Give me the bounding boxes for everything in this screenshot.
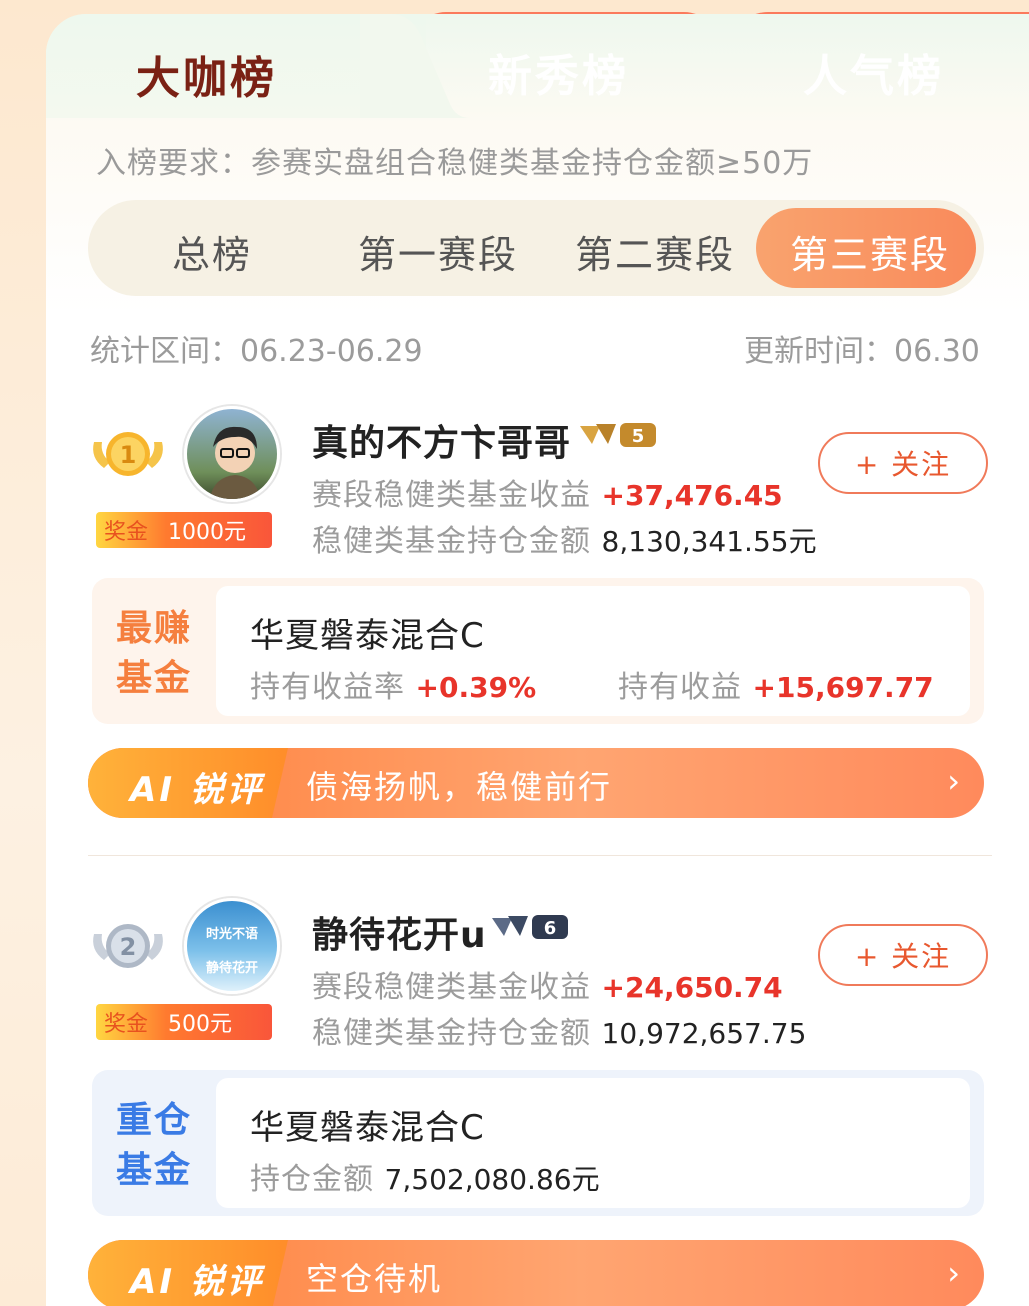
prize-value: 1000元 <box>168 520 246 545</box>
chevron-right-icon: › <box>947 762 960 800</box>
entry-divider <box>88 855 992 856</box>
fund-profit-row: 持有收益 +15,697.77 <box>618 662 934 706</box>
fund-name[interactable]: 华夏磐泰混合C <box>250 608 485 657</box>
follow-button[interactable]: + 关注 <box>818 432 988 494</box>
holding-row: 稳健类基金持仓金额 10,972,657.75 <box>312 1008 806 1052</box>
holding-row: 稳健类基金持仓金额 8,130,341.55元 <box>312 516 817 560</box>
user-name[interactable]: 真的不方卞哥哥 <box>312 414 571 466</box>
fund-profit-label: 持有收益 <box>618 670 742 705</box>
entry-requirement: 入榜要求：参赛实盘组合稳健类基金持仓金额≥50万 <box>96 146 814 181</box>
ai-review-text: 债海扬帆，稳健前行 <box>306 768 613 806</box>
segment-stage-3[interactable]: 第三赛段 <box>790 224 950 279</box>
ai-review-label: AI 锐评 <box>130 1262 264 1302</box>
ai-review-label: AI 锐评 <box>130 770 264 810</box>
chevron-right-icon: › <box>947 1254 960 1292</box>
silver-medal-icon: 2 <box>93 924 163 968</box>
follow-button[interactable]: + 关注 <box>818 924 988 986</box>
fund-amount-row: 持仓金额 7,502,080.86元 <box>250 1154 600 1198</box>
stage-gain-label: 赛段稳健类基金收益 <box>312 478 591 513</box>
ai-review-bar[interactable]: AI 锐评 债海扬帆，稳健前行 › <box>88 748 984 818</box>
fund-tag-line-2: 基金 <box>116 1150 193 1191</box>
fund-name[interactable]: 华夏磐泰混合C <box>250 1100 485 1149</box>
ai-review-bar[interactable]: AI 锐评 空仓待机 › <box>88 1240 984 1306</box>
fund-rate-label: 持有收益率 <box>250 670 405 705</box>
holding-label: 稳健类基金持仓金额 <box>312 524 591 559</box>
fund-rate-row: 持有收益率 +0.39% <box>250 662 536 706</box>
segment-stage-2[interactable]: 第二赛段 <box>575 224 735 279</box>
stage-gain-label: 赛段稳健类基金收益 <box>312 970 591 1005</box>
holding-label: 稳健类基金持仓金额 <box>312 1016 591 1051</box>
holding-value: 8,130,341.55元 <box>601 525 817 558</box>
stat-updated: 更新时间：06.30 <box>744 334 980 369</box>
user-name[interactable]: 静待花开u <box>312 906 487 958</box>
fund-tag-line-1: 重仓 <box>116 1100 193 1141</box>
tab-newcomer[interactable]: 新秀榜 <box>488 40 629 104</box>
ai-review-text: 空仓待机 <box>306 1260 443 1298</box>
stage-gain-value: +37,476.45 <box>601 479 783 512</box>
rank-number: 2 <box>120 933 137 961</box>
stage-gain-row: 赛段稳健类基金收益 +24,650.74 <box>312 962 783 1006</box>
fund-tag-line-2: 基金 <box>116 658 193 699</box>
level-badge-icon: 5 <box>580 423 656 447</box>
avatar[interactable]: 时光不语 静待花开 <box>184 898 280 994</box>
fund-amount-value: 7,502,080.86元 <box>384 1163 600 1196</box>
fund-tag: 最赚 基金 <box>116 604 200 704</box>
avatar[interactable] <box>184 406 280 502</box>
tab-big-shot[interactable]: 大咖榜 <box>136 42 277 106</box>
level-number: 6 <box>544 918 557 939</box>
holding-value: 10,972,657.75 <box>601 1017 807 1050</box>
level-badge-icon: 6 <box>492 915 568 939</box>
prize-badge: 奖金 1000元 <box>96 512 272 548</box>
level-number: 5 <box>632 426 645 447</box>
avatar-text-bottom: 静待花开 <box>205 961 258 976</box>
stage-gain-row: 赛段稳健类基金收益 +37,476.45 <box>312 470 783 514</box>
fund-rate-value: +0.39% <box>415 671 537 704</box>
prize-label: 奖金 <box>104 1012 149 1037</box>
prize-value: 500元 <box>168 1012 232 1037</box>
tab-popular[interactable]: 人气榜 <box>803 40 944 104</box>
rank-number: 1 <box>120 441 137 469</box>
fund-tag: 重仓 基金 <box>116 1096 200 1196</box>
prize-label: 奖金 <box>104 520 149 545</box>
segment-stage-1[interactable]: 第一赛段 <box>358 224 518 279</box>
gold-medal-icon: 1 <box>93 432 163 476</box>
prize-badge: 奖金 500元 <box>96 1004 272 1040</box>
fund-profit-value: +15,697.77 <box>752 671 934 704</box>
stat-period: 统计区间：06.23-06.29 <box>90 334 423 369</box>
fund-amount-label: 持仓金额 <box>250 1162 374 1197</box>
avatar-text-top: 时光不语 <box>205 927 258 942</box>
stage-gain-value: +24,650.74 <box>601 971 783 1004</box>
segment-overall[interactable]: 总榜 <box>172 224 252 279</box>
fund-tag-line-1: 最赚 <box>116 608 193 649</box>
